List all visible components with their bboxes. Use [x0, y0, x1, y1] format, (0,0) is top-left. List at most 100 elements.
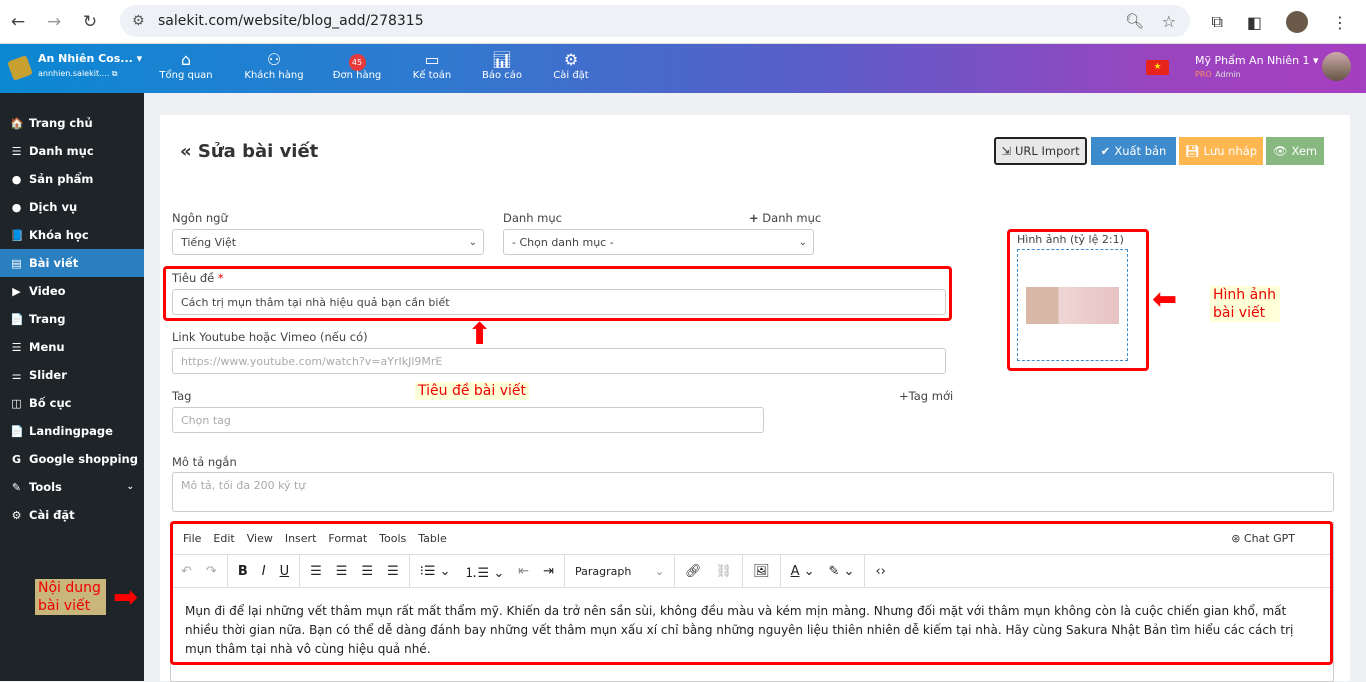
language-label: Ngôn ngữ — [172, 211, 228, 225]
title-input[interactable]: Cách trị mụn thâm tại nhà hiệu quả bạn c… — [172, 289, 946, 315]
home-icon: ⌂ — [180, 50, 192, 69]
users-icon: ⚇ — [266, 50, 282, 69]
sidebar-item-label: Google shopping — [29, 452, 138, 466]
extensions-icon[interactable]: ⧉ — [1211, 12, 1222, 32]
nav-label: Khách hàng — [244, 70, 304, 81]
arrow-left-icon: ⬅ — [1152, 282, 1178, 317]
nav-don-hang[interactable]: 45 Đơn hàng — [322, 50, 392, 81]
image-upload-area[interactable] — [1017, 249, 1128, 361]
image-annotation: Hình ảnh bài viết — [1210, 286, 1280, 322]
sidebar-icon: 📄 — [10, 312, 24, 326]
publish-button[interactable]: ✔ Xuất bản — [1091, 137, 1176, 165]
site-info-icon[interactable]: ⚙ — [132, 13, 145, 29]
url-text[interactable]: salekit.com/website/blog_add/278315 — [158, 13, 424, 29]
sidebar-item-label: Dịch vụ — [29, 200, 78, 214]
add-category-label: Danh mục — [762, 211, 822, 225]
top-navigation: An Nhiên Cos... ▾ annhien.salekit.... ⧉ … — [0, 44, 1366, 93]
sidebar-item[interactable]: ● Sản phẩm — [0, 165, 144, 193]
sidebar-item-label: Slider — [29, 368, 67, 382]
save-icon: 💾︎ — [1184, 144, 1200, 158]
forward-icon[interactable]: → — [36, 12, 72, 32]
tag-label: Tag — [172, 389, 192, 403]
nav-label: Tổng quan — [159, 70, 213, 81]
copy-icon[interactable]: ⧉ — [112, 69, 118, 78]
sidebar-item[interactable]: 🏠 Trang chủ — [0, 109, 144, 137]
store-switcher[interactable]: An Nhiên Cos... ▾ annhien.salekit.... ⧉ — [7, 52, 142, 81]
page-title: « Sửa bài viết — [180, 141, 319, 162]
sidepanel-icon[interactable]: ◧ — [1247, 13, 1262, 32]
required-mark: * — [217, 271, 224, 285]
profile-avatar[interactable] — [1286, 11, 1308, 33]
sidebar-icon: G — [11, 452, 22, 466]
video-input[interactable]: https://www.youtube.com/watch?v=aYrIkJl9… — [172, 348, 946, 374]
add-category-link[interactable]: + Danh mục — [749, 211, 821, 225]
bookmark-star-icon[interactable]: ☆ — [1162, 12, 1176, 31]
store-name: An Nhiên Cos... — [38, 52, 133, 65]
nav-khach-hang[interactable]: ⚇ Khách hàng — [239, 50, 309, 81]
sidebar-item-label: Video — [29, 284, 66, 298]
draft-label: Lưu nháp — [1203, 144, 1258, 158]
sidebar-item[interactable]: ⚙ Cài đặt — [0, 501, 144, 529]
save-draft-button[interactable]: 💾︎ Lưu nháp — [1179, 137, 1263, 165]
sidebar-icon: 🏠 — [10, 116, 24, 130]
gear-icon: ⚙ — [563, 50, 579, 69]
vietnam-flag-icon[interactable]: ★ — [1146, 60, 1169, 75]
page-title-text: Sửa bài viết — [197, 141, 319, 162]
sidebar-item[interactable]: ⚌ Slider — [0, 361, 144, 389]
category-value: - Chọn danh mục - — [512, 235, 614, 249]
url-import-button[interactable]: ⇲ URL Import — [994, 137, 1087, 165]
sidebar-item[interactable]: ☰ Danh mục — [0, 137, 144, 165]
back-icon[interactable]: ← — [0, 12, 36, 32]
sidebar-icon: ▶ — [12, 284, 21, 298]
sidebar-item[interactable]: 📄 Trang — [0, 305, 144, 333]
sidebar-item[interactable]: ☰ Menu — [0, 333, 144, 361]
chart-icon: 📊︎ — [491, 50, 513, 69]
sidebar-item[interactable]: ▤ Bài viết — [0, 249, 144, 277]
view-button[interactable]: 👁︎ Xem — [1266, 137, 1324, 165]
language-value: Tiếng Việt — [181, 235, 237, 249]
sidebar-item[interactable]: ▶ Video — [0, 277, 144, 305]
title-label: Tiêu đề * — [172, 271, 224, 285]
sidebar-item[interactable]: ◫ Bố cục — [0, 389, 144, 417]
nav-ke-toan[interactable]: ▭ Kế toán — [397, 50, 467, 81]
sidebar-item[interactable]: 📄 Landingpage — [0, 417, 144, 445]
avatar[interactable] — [1322, 52, 1351, 81]
nav-cai-dat[interactable]: ⚙ Cài đặt — [536, 50, 606, 81]
nav-tong-quan[interactable]: ⌂ Tổng quan — [151, 50, 221, 81]
tag-input[interactable]: Chọn tag — [172, 407, 764, 433]
reload-icon[interactable]: ↻ — [72, 12, 108, 32]
sidebar-icon: ✎ — [11, 480, 22, 494]
chevron-down-icon: ⌄ — [126, 482, 134, 492]
category-label: Danh mục — [503, 211, 562, 225]
sidebar-icon: ● — [11, 172, 22, 186]
sidebar-icon: 📘 — [10, 228, 24, 242]
edit-post-card: « Sửa bài viết ⇲ URL Import ✔ Xuất bản 💾︎ L… — [160, 115, 1350, 682]
sidebar-item-label: Danh mục — [29, 144, 94, 158]
description-textarea[interactable]: Mô tả, tối đa 200 ký tự — [172, 472, 1334, 512]
description-placeholder: Mô tả, tối đa 200 ký tự — [181, 479, 306, 492]
nav-bao-cao[interactable]: 📊︎ Báo cáo — [467, 50, 537, 81]
more-icon[interactable]: ⋮ — [1332, 13, 1348, 32]
user-menu[interactable]: Mỹ Phẩm An Nhiên 1 ▾ PRO Admin — [1195, 54, 1319, 80]
user-role: Admin — [1215, 70, 1241, 79]
sidebar-item-label: Bài viết — [29, 256, 79, 270]
publish-label: Xuất bản — [1114, 144, 1167, 158]
sidebar-item-label: Trang chủ — [29, 116, 93, 130]
address-bar[interactable]: ⚙ salekit.com/website/blog_add/278315 🔍︎… — [120, 5, 1190, 37]
sidebar-item[interactable]: 📘 Khóa học — [0, 221, 144, 249]
zoom-icon[interactable]: 🔍︎ — [1125, 12, 1144, 30]
category-select[interactable]: - Chọn danh mục - ⌄ — [503, 229, 814, 255]
store-domain: annhien.salekit.... — [38, 69, 110, 78]
sidebar-item-label: Landingpage — [29, 424, 113, 438]
sidebar-item[interactable]: ● Dịch vụ — [0, 193, 144, 221]
language-select[interactable]: Tiếng Việt ⌄ — [172, 229, 484, 255]
sidebar-item[interactable]: G Google shopping — [0, 445, 144, 473]
sidebar-item[interactable]: ✎ Tools ⌄ — [0, 473, 144, 501]
image-label: Hình ảnh (tỷ lệ 2:1) — [1017, 233, 1124, 246]
sidebar-icon: ⚙ — [11, 508, 22, 522]
new-tag-link[interactable]: +Tag mới — [899, 389, 953, 403]
title-annotation: Tiêu đề bài viết — [415, 382, 529, 400]
sidebar-item-label: Trang — [29, 312, 66, 326]
sidebar-item-label: Tools — [29, 480, 62, 494]
sidebar-icon: ☰ — [11, 340, 22, 354]
